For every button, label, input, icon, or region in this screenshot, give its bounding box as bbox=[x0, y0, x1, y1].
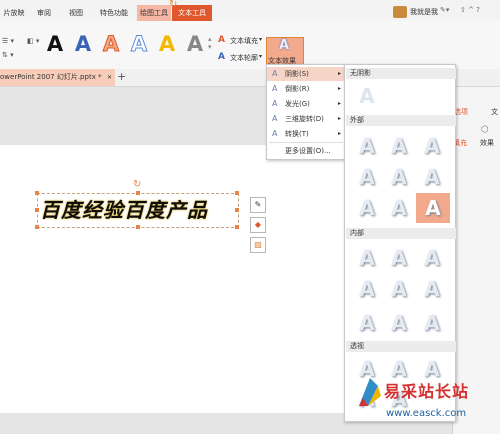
refresh-icon: ↻ bbox=[169, 0, 178, 10]
task-pane-tab-text[interactable]: 文 bbox=[491, 107, 498, 117]
user-dropdown-icon[interactable]: ✎▾ bbox=[440, 6, 449, 14]
shadow-outer-option-selected[interactable]: A bbox=[416, 193, 450, 223]
shadow-outer-option[interactable]: A bbox=[385, 165, 413, 189]
rotate-handle-icon[interactable]: ↻ bbox=[133, 179, 141, 190]
fill-color-icon[interactable]: ◆ bbox=[250, 217, 266, 233]
resize-handle[interactable] bbox=[136, 225, 140, 229]
shadow-inner-option[interactable]: A bbox=[385, 277, 413, 301]
resize-handle[interactable] bbox=[235, 208, 239, 212]
shadow-outer-option[interactable]: A bbox=[418, 165, 446, 189]
ribbon-toolbar: ☰ ▾ ⇅ ▾ ◧ ▾ A A A A A A ▴ ▾ A 文本填充 ▾ A 文本… bbox=[0, 21, 500, 70]
shadow-inner-option[interactable]: A bbox=[418, 311, 446, 335]
shadow-inner-option[interactable]: A bbox=[353, 277, 381, 301]
text-outline-icon[interactable]: A bbox=[218, 52, 228, 62]
menu-item-more-settings[interactable]: 更多设置(O)... bbox=[267, 144, 345, 158]
text-style-blue[interactable]: A bbox=[68, 29, 98, 59]
format-icons[interactable]: ◧ ▾ bbox=[27, 37, 39, 45]
resize-handle[interactable] bbox=[136, 191, 140, 195]
text-fill-button[interactable]: 文本填充 bbox=[230, 36, 258, 46]
section-outer: 外部 bbox=[346, 115, 456, 126]
text-style-orange-outline[interactable]: A bbox=[96, 29, 126, 59]
ribbon-tab-bar: 片放映 审阅 视图 特色功能 绘图工具 文本工具 ↻ 我就是我 ✎▾ ⇧ ^ ? bbox=[0, 0, 500, 22]
new-tab-button[interactable]: + bbox=[117, 71, 126, 83]
submenu-arrow-icon: ▸ bbox=[337, 115, 341, 122]
menu-item-glow[interactable]: A 发光(G) ▸ bbox=[267, 97, 345, 111]
shadow-outer-option[interactable]: A bbox=[385, 134, 413, 158]
menu-divider bbox=[269, 142, 343, 143]
shadow-inner-option[interactable]: A bbox=[385, 311, 413, 335]
avatar[interactable] bbox=[393, 6, 407, 18]
slide-canvas[interactable]: 百度经验百度产品 ↻ ✎ ◆ ▨ bbox=[0, 145, 346, 413]
menu-item-3d-rotation[interactable]: A 三维旋转(D) ▸ bbox=[267, 112, 345, 126]
tab-drawing-tools[interactable]: 绘图工具 bbox=[137, 5, 171, 21]
shadow-inner-option[interactable]: A bbox=[353, 246, 381, 270]
shadow-inner-option[interactable]: A bbox=[385, 246, 413, 270]
resize-handle[interactable] bbox=[35, 225, 39, 229]
section-perspective: 透视 bbox=[346, 341, 456, 352]
resize-handle[interactable] bbox=[235, 225, 239, 229]
tab-view[interactable]: 视图 bbox=[60, 5, 92, 21]
submenu-arrow-icon: ▸ bbox=[337, 70, 341, 77]
text-effect-icon: A bbox=[279, 38, 290, 53]
shadow-inner-option[interactable]: A bbox=[418, 277, 446, 301]
submenu-arrow-icon: ▸ bbox=[337, 100, 341, 107]
text-fill-icon[interactable]: A bbox=[218, 35, 228, 45]
resize-handle[interactable] bbox=[35, 208, 39, 212]
effects-icon[interactable]: ⬡ bbox=[481, 125, 489, 135]
menu-item-reflection[interactable]: A 倒影(R) ▸ bbox=[267, 82, 345, 96]
outline-color-icon[interactable]: ▨ bbox=[250, 237, 266, 253]
section-inner: 内部 bbox=[346, 228, 456, 239]
transform-icon: A bbox=[272, 129, 278, 138]
spacing-icons[interactable]: ⇅ ▾ bbox=[2, 51, 22, 61]
watermark-logo bbox=[356, 376, 382, 408]
shadow-none-option[interactable]: A bbox=[353, 84, 381, 108]
section-no-shadow: 无阴影 bbox=[346, 68, 456, 79]
text-style-gold[interactable]: A bbox=[152, 29, 182, 59]
reflection-icon: A bbox=[272, 84, 278, 93]
text-style-black[interactable]: A bbox=[40, 29, 70, 59]
text-effect-menu: A 阴影(S) ▸ A 倒影(R) ▸ A 发光(G) ▸ A 三维旋转(D) … bbox=[266, 64, 346, 160]
watermark-url: www.easck.com bbox=[386, 408, 467, 419]
menu-item-shadow[interactable]: A 阴影(S) ▸ bbox=[267, 67, 345, 81]
close-tab-icon[interactable]: ✕ bbox=[107, 69, 112, 86]
tab-review[interactable]: 审阅 bbox=[28, 5, 60, 21]
shadow-gallery: 无阴影 A 外部 A A A A A A A A A 内部 A A A A A … bbox=[344, 64, 456, 422]
document-tab[interactable]: owerPoint 2007 幻灯片.pptx * ✕ bbox=[0, 69, 115, 86]
resize-handle[interactable] bbox=[35, 191, 39, 195]
shadow-icon: A bbox=[272, 69, 278, 78]
toolbar-icons[interactable]: ⇧ ^ ? bbox=[460, 6, 480, 14]
text-outline-dropdown-icon[interactable]: ▾ bbox=[259, 53, 262, 60]
text-outline-button[interactable]: 文本轮廓 bbox=[230, 53, 258, 63]
shadow-outer-option[interactable]: A bbox=[418, 134, 446, 158]
document-tab-label: owerPoint 2007 幻灯片.pptx * bbox=[0, 73, 102, 81]
slide-text[interactable]: 百度经验百度产品 bbox=[40, 197, 236, 224]
text-style-gray[interactable]: A bbox=[180, 29, 210, 59]
3d-rotation-icon: A bbox=[272, 114, 278, 123]
shadow-outer-option[interactable]: A bbox=[385, 196, 413, 220]
layout-options-icon[interactable]: ✎ bbox=[250, 197, 266, 213]
text-style-blue-outline[interactable]: A bbox=[124, 29, 154, 59]
text-box[interactable]: 百度经验百度产品 bbox=[37, 193, 239, 228]
resize-handle[interactable] bbox=[235, 191, 239, 195]
selected-shadow-letter: A bbox=[425, 196, 441, 220]
glow-icon: A bbox=[272, 99, 278, 108]
watermark: 易采站长站 www.easck.com bbox=[356, 372, 500, 434]
submenu-arrow-icon: ▸ bbox=[337, 85, 341, 92]
tab-slideshow[interactable]: 片放映 bbox=[0, 5, 28, 21]
shadow-outer-option[interactable]: A bbox=[353, 134, 381, 158]
submenu-arrow-icon: ▸ bbox=[337, 130, 341, 137]
paragraph-icons[interactable]: ☰ ▾ bbox=[2, 37, 22, 47]
text-fill-dropdown-icon[interactable]: ▾ bbox=[259, 36, 262, 43]
shadow-outer-option[interactable]: A bbox=[353, 196, 381, 220]
watermark-text: 易采站长站 bbox=[384, 382, 470, 401]
task-pane-tab-options[interactable]: 选项 bbox=[454, 107, 468, 117]
tab-special-features[interactable]: 特色功能 bbox=[92, 5, 136, 21]
style-gallery-scroll-icon[interactable]: ▴ ▾ bbox=[208, 35, 212, 51]
menu-item-transform[interactable]: A 转换(T) ▸ bbox=[267, 127, 345, 141]
shadow-inner-option[interactable]: A bbox=[418, 246, 446, 270]
task-pane-effects-label[interactable]: 效果 bbox=[480, 138, 494, 148]
user-name[interactable]: 我就是我 bbox=[410, 6, 438, 18]
shadow-inner-option[interactable]: A bbox=[353, 311, 381, 335]
shadow-outer-option[interactable]: A bbox=[353, 165, 381, 189]
